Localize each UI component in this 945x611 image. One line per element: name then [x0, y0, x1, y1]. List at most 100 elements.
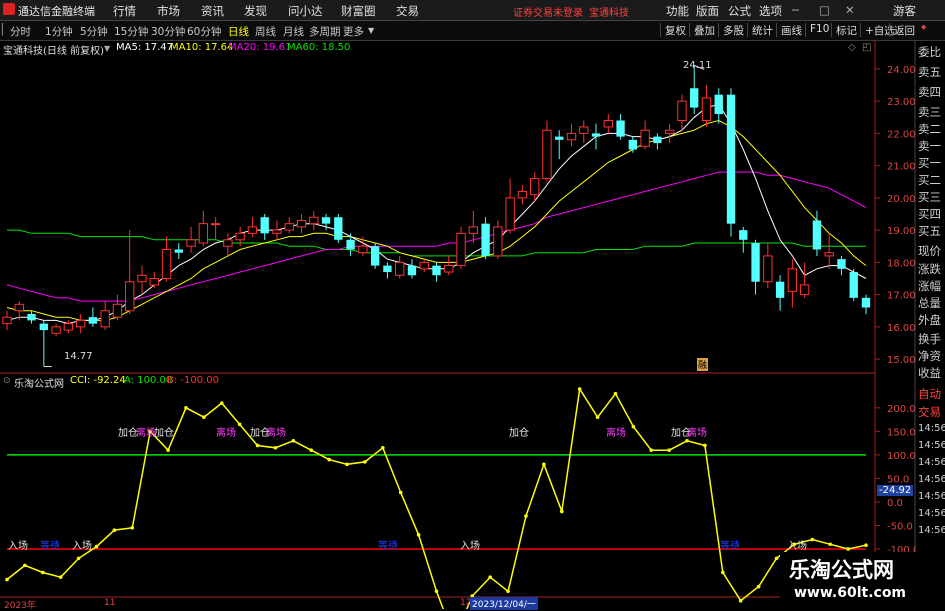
- cci-tick-label: 200.0: [887, 404, 916, 415]
- signal-jiacang-2: 加仓: [154, 428, 174, 439]
- side-item-trade[interactable]: 交易: [918, 404, 945, 420]
- candle-body-up: [210, 223, 221, 226]
- candle-body-down: [616, 120, 625, 137]
- cci-current-tag: -24.92: [877, 485, 914, 496]
- candle-body-down: [321, 217, 331, 224]
- side-item-turnover[interactable]: 换手: [918, 331, 945, 347]
- candle-body-down: [260, 217, 269, 234]
- candle-body-up: [579, 126, 589, 134]
- candle-body-down: [861, 297, 871, 308]
- side-item-earnings[interactable]: 收益: [918, 365, 945, 381]
- side-item-weibi[interactable]: 委比: [918, 44, 945, 60]
- price-tick-label: 24.00: [887, 65, 916, 76]
- cci-point: [667, 448, 671, 452]
- cci-point: [559, 509, 564, 514]
- candle-body-down: [739, 230, 748, 240]
- candle-body-down: [837, 259, 846, 269]
- candle-body-up: [677, 100, 687, 121]
- side-item-buy5[interactable]: 买五: [918, 223, 945, 239]
- cci-point: [595, 415, 600, 420]
- cci-point: [23, 563, 27, 568]
- date-cursor-label: 2023/12/04/一: [470, 597, 538, 610]
- cci-point: [864, 543, 868, 547]
- side-item-sell2[interactable]: 卖二: [918, 121, 945, 137]
- candle-body-up: [125, 281, 135, 312]
- candle-body-up: [799, 284, 810, 296]
- candle-body-up: [149, 277, 159, 286]
- side-item-netasset[interactable]: 净资: [918, 348, 945, 364]
- price-tick-label: 16.00: [887, 323, 916, 334]
- side-item-price[interactable]: 现价: [918, 243, 945, 259]
- candle-body-up: [468, 226, 478, 234]
- indicator-title[interactable]: 乐淘公式网: [14, 375, 64, 390]
- high-price-label: 24.11: [683, 60, 712, 71]
- candle-body-down: [27, 313, 36, 321]
- cci-point: [756, 584, 761, 589]
- cci-point: [434, 589, 439, 594]
- signal-dengdai-3: 等待: [720, 541, 740, 552]
- line-a-value: A: 100.00: [124, 375, 173, 386]
- candle-body-up: [542, 129, 552, 180]
- side-item-buy1[interactable]: 买一: [918, 155, 945, 171]
- candle-body-up: [395, 261, 405, 276]
- side-item-volume[interactable]: 总量: [918, 295, 945, 311]
- cci-point: [309, 448, 314, 452]
- cci-point: [219, 401, 224, 405]
- cci-point: [202, 415, 206, 420]
- candle-body-down: [591, 133, 601, 137]
- candle-body-down: [334, 217, 343, 240]
- signal-lichang-3: 离场: [266, 428, 286, 439]
- chart-canvas: 15.00 16.00 17.00 18.00 19.00 20.00 21.00 22.00…: [0, 41, 919, 609]
- cci-point: [542, 462, 546, 467]
- candle-body-up: [112, 303, 123, 318]
- side-item-sell3[interactable]: 卖三: [918, 104, 945, 120]
- cci-point: [685, 438, 689, 443]
- date-label-nov: 11: [104, 598, 116, 608]
- side-item-sell1[interactable]: 卖一: [918, 138, 945, 154]
- indicator-settings-icon[interactable]: ⊙: [3, 376, 11, 386]
- ma5-line: [6, 103, 867, 325]
- side-item-sell5[interactable]: 卖五: [918, 64, 945, 80]
- candle-body-up: [701, 97, 712, 121]
- side-item-pct[interactable]: 涨幅: [918, 278, 945, 294]
- cci-point: [255, 443, 260, 448]
- candle-body-up: [640, 129, 650, 147]
- candle-body-up: [137, 274, 147, 283]
- side-item-auto[interactable]: 自动: [918, 386, 945, 402]
- candle-body-up: [186, 239, 196, 247]
- cci-point: [76, 556, 81, 561]
- side-item-buy2[interactable]: 买二: [918, 172, 945, 188]
- candle-body-up: [198, 223, 209, 244]
- candle-body-down: [653, 136, 662, 144]
- cci-point: [237, 422, 242, 427]
- price-tick-label: 22.00: [887, 129, 916, 140]
- side-time-3: 14:56: [918, 457, 945, 468]
- price-tick-label: 20.00: [887, 194, 916, 205]
- candle-body-up: [247, 226, 258, 234]
- cci-point: [130, 525, 135, 530]
- ma10-line: [6, 119, 867, 321]
- price-tick-label: 18.00: [887, 258, 916, 269]
- cci-value: CCI: -92.24: [70, 375, 126, 386]
- line-b-value: B: -100.00: [167, 375, 220, 386]
- candle-body-down: [751, 243, 760, 282]
- side-item-change[interactable]: 涨跌: [918, 261, 945, 277]
- side-item-sell4[interactable]: 卖四: [918, 84, 945, 100]
- candle-body-down: [775, 281, 785, 298]
- cci-point: [184, 406, 188, 410]
- cci-point: [577, 387, 582, 391]
- cci-tick-label: 0.0: [887, 498, 903, 509]
- side-time-7: 14:56: [918, 525, 945, 536]
- signal-ruchang-2: 入场: [72, 541, 92, 552]
- side-item-outer[interactable]: 外盘: [918, 312, 945, 328]
- side-time-1: 14:56: [918, 423, 945, 434]
- candle-body-up: [100, 310, 110, 328]
- signal-ruchang-4: 入场: [787, 541, 807, 552]
- watermark-url: www.60lt.com: [794, 585, 907, 601]
- cci-point: [613, 391, 618, 396]
- candle-body-up: [296, 219, 307, 228]
- candle-body-up: [566, 132, 577, 141]
- side-item-buy4[interactable]: 买四: [918, 206, 945, 222]
- side-item-buy3[interactable]: 买三: [918, 189, 945, 205]
- cci-point: [846, 547, 850, 551]
